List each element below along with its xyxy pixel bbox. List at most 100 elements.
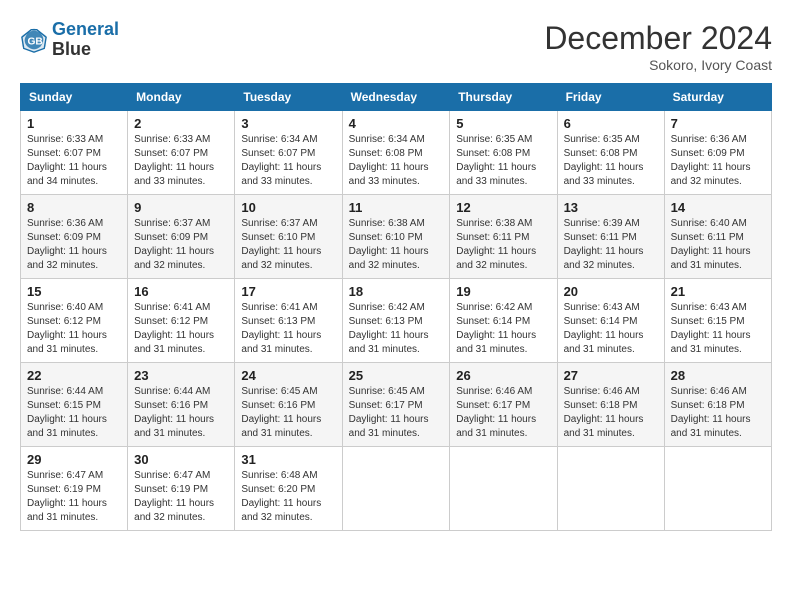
- day-number: 1: [27, 116, 121, 131]
- day-info: Sunrise: 6:44 AM Sunset: 6:16 PM Dayligh…: [134, 385, 228, 441]
- calendar-header-row: SundayMondayTuesdayWednesdayThursdayFrid…: [21, 84, 772, 111]
- calendar-week-row: 8 Sunrise: 6:36 AM Sunset: 6:09 PM Dayli…: [21, 195, 772, 279]
- day-info: Sunrise: 6:38 AM Sunset: 6:11 PM Dayligh…: [456, 217, 550, 273]
- logo-icon: GB: [20, 26, 48, 54]
- day-info: Sunrise: 6:41 AM Sunset: 6:12 PM Dayligh…: [134, 301, 228, 357]
- day-info: Sunrise: 6:45 AM Sunset: 6:16 PM Dayligh…: [241, 385, 335, 441]
- day-header-friday: Friday: [557, 84, 664, 111]
- day-number: 10: [241, 200, 335, 215]
- calendar-cell: 2 Sunrise: 6:33 AM Sunset: 6:07 PM Dayli…: [128, 111, 235, 195]
- day-info: Sunrise: 6:36 AM Sunset: 6:09 PM Dayligh…: [671, 133, 765, 189]
- day-number: 21: [671, 284, 765, 299]
- location: Sokoro, Ivory Coast: [544, 57, 772, 73]
- day-info: Sunrise: 6:38 AM Sunset: 6:10 PM Dayligh…: [349, 217, 444, 273]
- calendar-cell: 29 Sunrise: 6:47 AM Sunset: 6:19 PM Dayl…: [21, 447, 128, 531]
- day-info: Sunrise: 6:34 AM Sunset: 6:07 PM Dayligh…: [241, 133, 335, 189]
- day-number: 6: [564, 116, 658, 131]
- day-number: 12: [456, 200, 550, 215]
- day-number: 31: [241, 452, 335, 467]
- calendar-cell: 11 Sunrise: 6:38 AM Sunset: 6:10 PM Dayl…: [342, 195, 450, 279]
- day-number: 9: [134, 200, 228, 215]
- day-info: Sunrise: 6:39 AM Sunset: 6:11 PM Dayligh…: [564, 217, 658, 273]
- calendar-cell: 25 Sunrise: 6:45 AM Sunset: 6:17 PM Dayl…: [342, 363, 450, 447]
- logo: GB General Blue: [20, 20, 119, 60]
- calendar-week-row: 15 Sunrise: 6:40 AM Sunset: 6:12 PM Dayl…: [21, 279, 772, 363]
- day-number: 20: [564, 284, 658, 299]
- day-info: Sunrise: 6:43 AM Sunset: 6:14 PM Dayligh…: [564, 301, 658, 357]
- calendar-week-row: 1 Sunrise: 6:33 AM Sunset: 6:07 PM Dayli…: [21, 111, 772, 195]
- calendar-cell: [450, 447, 557, 531]
- day-header-saturday: Saturday: [664, 84, 771, 111]
- day-number: 3: [241, 116, 335, 131]
- day-number: 15: [27, 284, 121, 299]
- calendar-cell: 15 Sunrise: 6:40 AM Sunset: 6:12 PM Dayl…: [21, 279, 128, 363]
- day-info: Sunrise: 6:44 AM Sunset: 6:15 PM Dayligh…: [27, 385, 121, 441]
- day-info: Sunrise: 6:40 AM Sunset: 6:11 PM Dayligh…: [671, 217, 765, 273]
- title-block: December 2024 Sokoro, Ivory Coast: [544, 20, 772, 73]
- calendar-table: SundayMondayTuesdayWednesdayThursdayFrid…: [20, 83, 772, 531]
- calendar-cell: [342, 447, 450, 531]
- day-number: 16: [134, 284, 228, 299]
- calendar-cell: 1 Sunrise: 6:33 AM Sunset: 6:07 PM Dayli…: [21, 111, 128, 195]
- day-info: Sunrise: 6:47 AM Sunset: 6:19 PM Dayligh…: [134, 469, 228, 525]
- day-info: Sunrise: 6:45 AM Sunset: 6:17 PM Dayligh…: [349, 385, 444, 441]
- calendar-cell: 7 Sunrise: 6:36 AM Sunset: 6:09 PM Dayli…: [664, 111, 771, 195]
- calendar-cell: [557, 447, 664, 531]
- calendar-cell: 9 Sunrise: 6:37 AM Sunset: 6:09 PM Dayli…: [128, 195, 235, 279]
- day-header-wednesday: Wednesday: [342, 84, 450, 111]
- calendar-week-row: 29 Sunrise: 6:47 AM Sunset: 6:19 PM Dayl…: [21, 447, 772, 531]
- calendar-cell: 23 Sunrise: 6:44 AM Sunset: 6:16 PM Dayl…: [128, 363, 235, 447]
- calendar-cell: 5 Sunrise: 6:35 AM Sunset: 6:08 PM Dayli…: [450, 111, 557, 195]
- day-info: Sunrise: 6:46 AM Sunset: 6:17 PM Dayligh…: [456, 385, 550, 441]
- day-number: 25: [349, 368, 444, 383]
- calendar-cell: 14 Sunrise: 6:40 AM Sunset: 6:11 PM Dayl…: [664, 195, 771, 279]
- day-info: Sunrise: 6:41 AM Sunset: 6:13 PM Dayligh…: [241, 301, 335, 357]
- calendar-cell: 19 Sunrise: 6:42 AM Sunset: 6:14 PM Dayl…: [450, 279, 557, 363]
- day-number: 30: [134, 452, 228, 467]
- day-number: 4: [349, 116, 444, 131]
- calendar-cell: 13 Sunrise: 6:39 AM Sunset: 6:11 PM Dayl…: [557, 195, 664, 279]
- day-number: 18: [349, 284, 444, 299]
- logo-text: General Blue: [52, 20, 119, 60]
- calendar-cell: 27 Sunrise: 6:46 AM Sunset: 6:18 PM Dayl…: [557, 363, 664, 447]
- day-number: 24: [241, 368, 335, 383]
- day-info: Sunrise: 6:42 AM Sunset: 6:13 PM Dayligh…: [349, 301, 444, 357]
- calendar-cell: 4 Sunrise: 6:34 AM Sunset: 6:08 PM Dayli…: [342, 111, 450, 195]
- day-number: 13: [564, 200, 658, 215]
- day-number: 11: [349, 200, 444, 215]
- calendar-cell: [664, 447, 771, 531]
- calendar-cell: 20 Sunrise: 6:43 AM Sunset: 6:14 PM Dayl…: [557, 279, 664, 363]
- logo-line2: Blue: [52, 40, 119, 60]
- calendar-cell: 3 Sunrise: 6:34 AM Sunset: 6:07 PM Dayli…: [235, 111, 342, 195]
- calendar-cell: 21 Sunrise: 6:43 AM Sunset: 6:15 PM Dayl…: [664, 279, 771, 363]
- calendar-cell: 22 Sunrise: 6:44 AM Sunset: 6:15 PM Dayl…: [21, 363, 128, 447]
- day-info: Sunrise: 6:33 AM Sunset: 6:07 PM Dayligh…: [134, 133, 228, 189]
- calendar-cell: 31 Sunrise: 6:48 AM Sunset: 6:20 PM Dayl…: [235, 447, 342, 531]
- day-header-thursday: Thursday: [450, 84, 557, 111]
- logo-line1: General: [52, 19, 119, 39]
- calendar-cell: 18 Sunrise: 6:42 AM Sunset: 6:13 PM Dayl…: [342, 279, 450, 363]
- day-header-monday: Monday: [128, 84, 235, 111]
- day-number: 19: [456, 284, 550, 299]
- day-number: 7: [671, 116, 765, 131]
- day-info: Sunrise: 6:33 AM Sunset: 6:07 PM Dayligh…: [27, 133, 121, 189]
- calendar-cell: 17 Sunrise: 6:41 AM Sunset: 6:13 PM Dayl…: [235, 279, 342, 363]
- day-info: Sunrise: 6:46 AM Sunset: 6:18 PM Dayligh…: [671, 385, 765, 441]
- calendar-cell: 16 Sunrise: 6:41 AM Sunset: 6:12 PM Dayl…: [128, 279, 235, 363]
- calendar-cell: 6 Sunrise: 6:35 AM Sunset: 6:08 PM Dayli…: [557, 111, 664, 195]
- day-info: Sunrise: 6:40 AM Sunset: 6:12 PM Dayligh…: [27, 301, 121, 357]
- calendar-cell: 10 Sunrise: 6:37 AM Sunset: 6:10 PM Dayl…: [235, 195, 342, 279]
- day-header-tuesday: Tuesday: [235, 84, 342, 111]
- calendar-cell: 30 Sunrise: 6:47 AM Sunset: 6:19 PM Dayl…: [128, 447, 235, 531]
- day-info: Sunrise: 6:47 AM Sunset: 6:19 PM Dayligh…: [27, 469, 121, 525]
- day-number: 27: [564, 368, 658, 383]
- day-number: 26: [456, 368, 550, 383]
- calendar-cell: 8 Sunrise: 6:36 AM Sunset: 6:09 PM Dayli…: [21, 195, 128, 279]
- day-number: 29: [27, 452, 121, 467]
- calendar-cell: 12 Sunrise: 6:38 AM Sunset: 6:11 PM Dayl…: [450, 195, 557, 279]
- day-info: Sunrise: 6:35 AM Sunset: 6:08 PM Dayligh…: [564, 133, 658, 189]
- day-info: Sunrise: 6:36 AM Sunset: 6:09 PM Dayligh…: [27, 217, 121, 273]
- day-header-sunday: Sunday: [21, 84, 128, 111]
- day-number: 5: [456, 116, 550, 131]
- day-info: Sunrise: 6:37 AM Sunset: 6:10 PM Dayligh…: [241, 217, 335, 273]
